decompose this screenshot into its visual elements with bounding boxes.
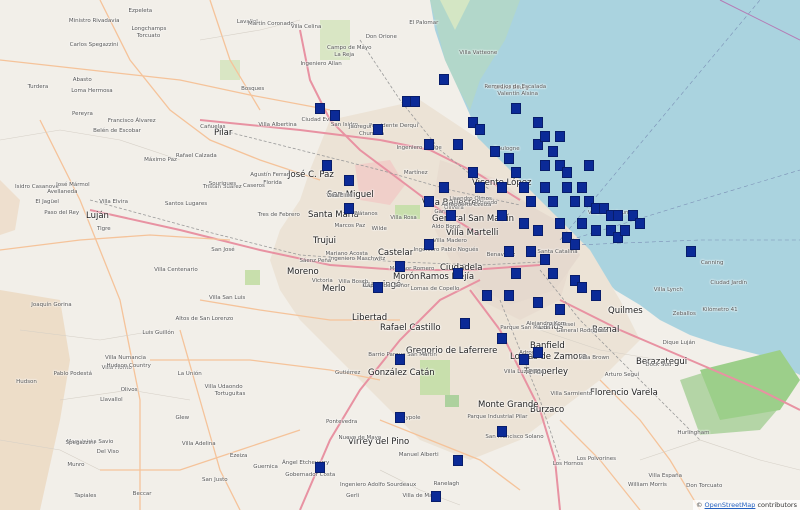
location-marker[interactable]	[533, 296, 544, 308]
location-marker[interactable]	[576, 282, 587, 294]
location-marker[interactable]	[555, 131, 565, 143]
location-marker[interactable]	[620, 224, 631, 236]
location-marker[interactable]	[562, 167, 573, 179]
attribution-prefix: ©	[695, 501, 703, 509]
location-marker[interactable]	[569, 239, 580, 251]
location-marker[interactable]	[540, 131, 551, 143]
location-marker[interactable]	[555, 217, 565, 229]
location-marker[interactable]	[431, 490, 442, 502]
location-marker[interactable]	[496, 332, 507, 344]
location-marker[interactable]	[685, 246, 696, 258]
location-marker[interactable]	[504, 289, 515, 301]
location-marker[interactable]	[576, 217, 587, 229]
location-marker[interactable]	[424, 239, 435, 251]
location-marker[interactable]	[569, 196, 580, 208]
location-marker[interactable]	[591, 289, 602, 301]
location-marker[interactable]	[511, 167, 522, 179]
location-marker[interactable]	[511, 267, 522, 279]
osm-link[interactable]: OpenStreetMap	[705, 501, 756, 509]
location-marker[interactable]	[424, 138, 435, 150]
location-marker[interactable]	[322, 160, 333, 172]
location-marker[interactable]	[438, 74, 449, 85]
location-marker[interactable]	[460, 318, 471, 330]
location-marker[interactable]	[445, 210, 456, 222]
location-marker[interactable]	[547, 196, 558, 208]
location-marker[interactable]	[315, 102, 325, 114]
location-marker[interactable]	[547, 267, 558, 279]
location-marker[interactable]	[504, 246, 515, 258]
location-marker[interactable]	[496, 425, 507, 437]
location-marker[interactable]	[373, 282, 384, 294]
location-marker[interactable]	[453, 138, 464, 150]
location-marker[interactable]	[482, 289, 493, 301]
location-marker[interactable]	[344, 203, 355, 215]
location-marker[interactable]	[344, 174, 355, 186]
location-marker[interactable]	[329, 109, 340, 121]
markers-layer	[0, 0, 800, 510]
location-marker[interactable]	[373, 124, 384, 136]
location-marker[interactable]	[395, 411, 405, 423]
location-marker[interactable]	[467, 167, 478, 179]
location-marker[interactable]	[584, 160, 595, 172]
location-marker[interactable]	[525, 196, 536, 208]
location-marker[interactable]	[540, 181, 551, 193]
location-marker[interactable]	[613, 210, 624, 222]
location-marker[interactable]	[635, 217, 645, 229]
location-marker[interactable]	[547, 145, 558, 157]
location-marker[interactable]	[591, 224, 602, 236]
location-marker[interactable]	[438, 181, 449, 193]
location-marker[interactable]	[489, 145, 500, 157]
location-marker[interactable]	[496, 181, 507, 193]
location-marker[interactable]	[518, 354, 529, 366]
location-marker[interactable]	[540, 160, 551, 172]
location-marker[interactable]	[525, 246, 536, 258]
location-marker[interactable]	[395, 260, 405, 272]
location-marker[interactable]	[496, 210, 507, 222]
attribution: © OpenStreetMap contributors	[692, 500, 800, 510]
location-marker[interactable]	[518, 217, 529, 229]
location-marker[interactable]	[562, 181, 573, 193]
location-marker[interactable]	[555, 303, 565, 315]
location-marker[interactable]	[576, 181, 587, 193]
location-marker[interactable]	[453, 267, 464, 279]
location-marker[interactable]	[475, 124, 485, 136]
location-marker[interactable]	[395, 354, 405, 366]
location-marker[interactable]	[475, 181, 485, 193]
location-marker[interactable]	[504, 153, 515, 165]
location-marker[interactable]	[315, 461, 325, 473]
location-marker[interactable]	[511, 102, 522, 114]
location-marker[interactable]	[424, 196, 435, 208]
location-marker[interactable]	[409, 95, 420, 107]
location-marker[interactable]	[533, 346, 544, 358]
attribution-suffix: contributors	[757, 501, 797, 509]
location-marker[interactable]	[518, 181, 529, 193]
location-marker[interactable]	[540, 253, 551, 265]
location-marker[interactable]	[453, 454, 464, 466]
map-viewport[interactable]: José C. Paz San Miguel Santa María Trujui Mo…	[0, 0, 800, 510]
location-marker[interactable]	[533, 117, 544, 129]
location-marker[interactable]	[533, 224, 544, 236]
